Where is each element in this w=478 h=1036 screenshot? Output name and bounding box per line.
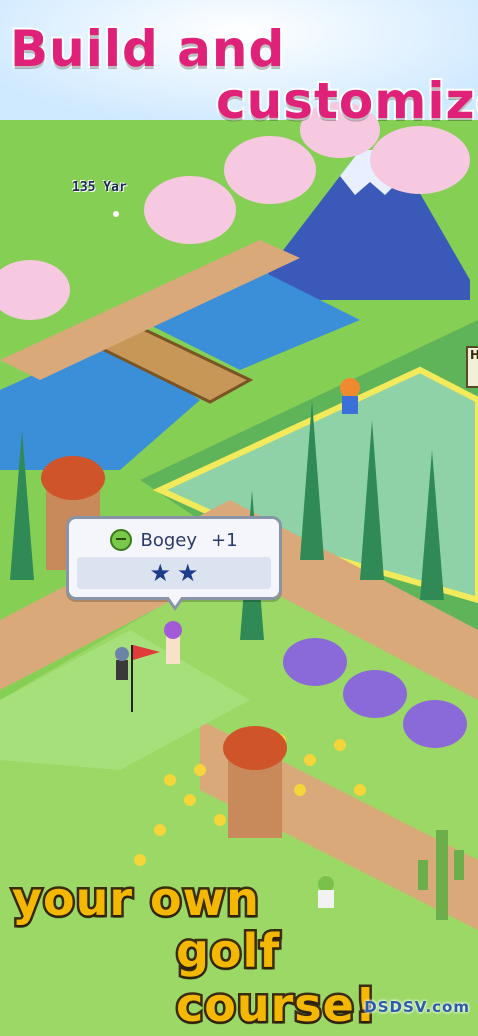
yardage-indicator: 135 Yar <box>72 180 127 195</box>
game-screen: Build and customize 135 Yar H Bogey +1 ★… <box>0 0 478 1036</box>
score-row: Bogey +1 <box>69 525 279 555</box>
golfer-character <box>164 621 182 664</box>
headline-line-2: customize <box>214 70 478 132</box>
smiley-face-icon <box>110 529 133 551</box>
watermark: DSDSV.com <box>364 998 470 1016</box>
headline-line-1: Build and <box>8 18 286 80</box>
star-icon: ★ <box>149 559 171 587</box>
headline-line-3: your own <box>10 870 262 929</box>
score-popup: Bogey +1 ★ ★ <box>66 516 282 611</box>
bottom-golfer <box>318 876 334 908</box>
popup-tail-inner <box>168 596 182 606</box>
course-sign: H <box>466 346 478 388</box>
star-icon: ★ <box>177 559 199 587</box>
silo-right <box>223 726 287 838</box>
player-on-green <box>340 378 360 414</box>
score-result-label: Bogey <box>140 529 197 551</box>
score-value: +1 <box>210 529 238 551</box>
caddy-character <box>115 647 129 680</box>
star-rating: ★ ★ <box>77 557 271 589</box>
golf-ball <box>113 211 119 217</box>
